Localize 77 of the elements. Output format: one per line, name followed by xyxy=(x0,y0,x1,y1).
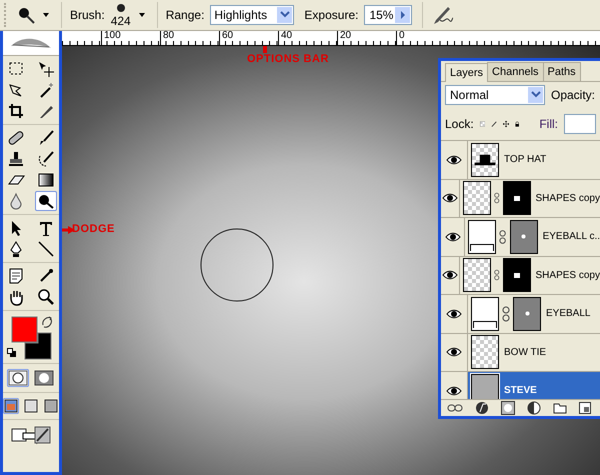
hat-shape-icon xyxy=(472,152,498,167)
foreground-swatch[interactable] xyxy=(12,316,38,342)
mask-mode-button[interactable] xyxy=(7,369,29,387)
screen-mode-button[interactable] xyxy=(43,398,59,414)
mask-mode-button[interactable] xyxy=(33,369,55,387)
lock-label: Lock: xyxy=(445,117,474,131)
jump-to-app-icon xyxy=(11,425,51,445)
layer-row[interactable]: EYEBALL xyxy=(441,295,600,334)
background-swatch[interactable] xyxy=(24,332,52,360)
layer-thumbnail xyxy=(471,335,499,370)
ruler-label: 0 xyxy=(399,30,405,41)
screen-mode-button[interactable] xyxy=(23,398,39,414)
mask-icon xyxy=(501,401,515,415)
chevron-down-icon xyxy=(530,91,540,99)
new-layer-icon xyxy=(579,402,591,414)
brush-cursor-icon xyxy=(199,227,275,303)
window-icon xyxy=(24,399,38,413)
fill-field[interactable] xyxy=(564,114,596,134)
quick-mask-icon xyxy=(34,370,54,386)
crop-icon xyxy=(7,102,25,120)
exposure-label: Exposure: xyxy=(304,8,358,22)
dot-icon xyxy=(524,311,530,316)
dodge-icon xyxy=(37,192,55,210)
default-colors-icon xyxy=(7,348,17,358)
blend-mode-dropdown[interactable]: Normal xyxy=(445,85,545,105)
brush-picker[interactable]: 424 xyxy=(110,2,131,28)
layer-row[interactable]: STEVE xyxy=(441,372,600,399)
history-brush-icon xyxy=(37,150,55,168)
effects-icon xyxy=(475,401,489,415)
window-icon xyxy=(4,399,18,413)
ruler-label: 60 xyxy=(222,30,234,41)
chevron-down-icon xyxy=(280,11,290,19)
half-circle-icon xyxy=(527,401,541,415)
window-icon xyxy=(44,399,58,413)
folder-icon xyxy=(553,402,567,414)
range-dropdown[interactable]: Highlights xyxy=(210,5,294,25)
layer-row[interactable]: EYEBALL c.. xyxy=(441,218,600,256)
type-tool-icon xyxy=(37,219,55,237)
range-label: Range: xyxy=(166,8,204,22)
layer-thumbnail xyxy=(462,258,491,292)
tool-button[interactable] xyxy=(35,191,57,211)
layer-row[interactable]: SHAPES copy xyxy=(441,256,600,295)
ruler-label: 40 xyxy=(281,30,292,41)
layer-row[interactable]: TOP HAT xyxy=(441,141,600,180)
brush-icon xyxy=(37,129,55,147)
brush-label: Brush: xyxy=(70,8,105,22)
opacity-label: Opacity: xyxy=(551,88,596,102)
exposure-field[interactable]: 15% xyxy=(364,5,412,25)
annotation-label: OPTIONS BAR xyxy=(247,53,329,65)
note-icon xyxy=(7,267,25,285)
stamp-icon xyxy=(7,150,25,168)
arrow-cross-icon xyxy=(37,60,55,78)
annotation-label: DODGE xyxy=(72,223,115,235)
ruler-label: 100 xyxy=(104,30,121,41)
gradient-icon xyxy=(37,171,55,189)
link-icon xyxy=(447,404,463,412)
fill-thumbnail xyxy=(471,296,499,331)
swap-arrows-icon xyxy=(41,316,53,328)
standard-mode-icon xyxy=(8,370,28,386)
screen-mode-button[interactable] xyxy=(3,398,19,414)
diagonal-line-icon xyxy=(37,240,55,258)
chain-link-icon xyxy=(502,306,510,322)
ruler-label: 80 xyxy=(163,30,174,41)
layer-thumbnail xyxy=(462,181,491,216)
zoom-icon xyxy=(37,288,55,306)
airbrush-icon xyxy=(431,4,456,26)
dot-icon xyxy=(521,234,526,240)
layer-row[interactable]: BOW TIE xyxy=(441,334,600,372)
arrow-right-icon xyxy=(398,10,407,20)
layer-row[interactable]: SHAPES copy xyxy=(441,180,600,218)
ruler-label: 20 xyxy=(340,30,352,41)
fill-thumbnail xyxy=(468,220,496,254)
panel-tab[interactable]: Paths xyxy=(542,62,581,81)
chain-link-icon xyxy=(499,228,507,245)
panel-tab[interactable]: Layers xyxy=(445,63,488,82)
panel-tab[interactable]: Channels xyxy=(487,62,544,81)
fill-label: Fill: xyxy=(539,117,558,131)
